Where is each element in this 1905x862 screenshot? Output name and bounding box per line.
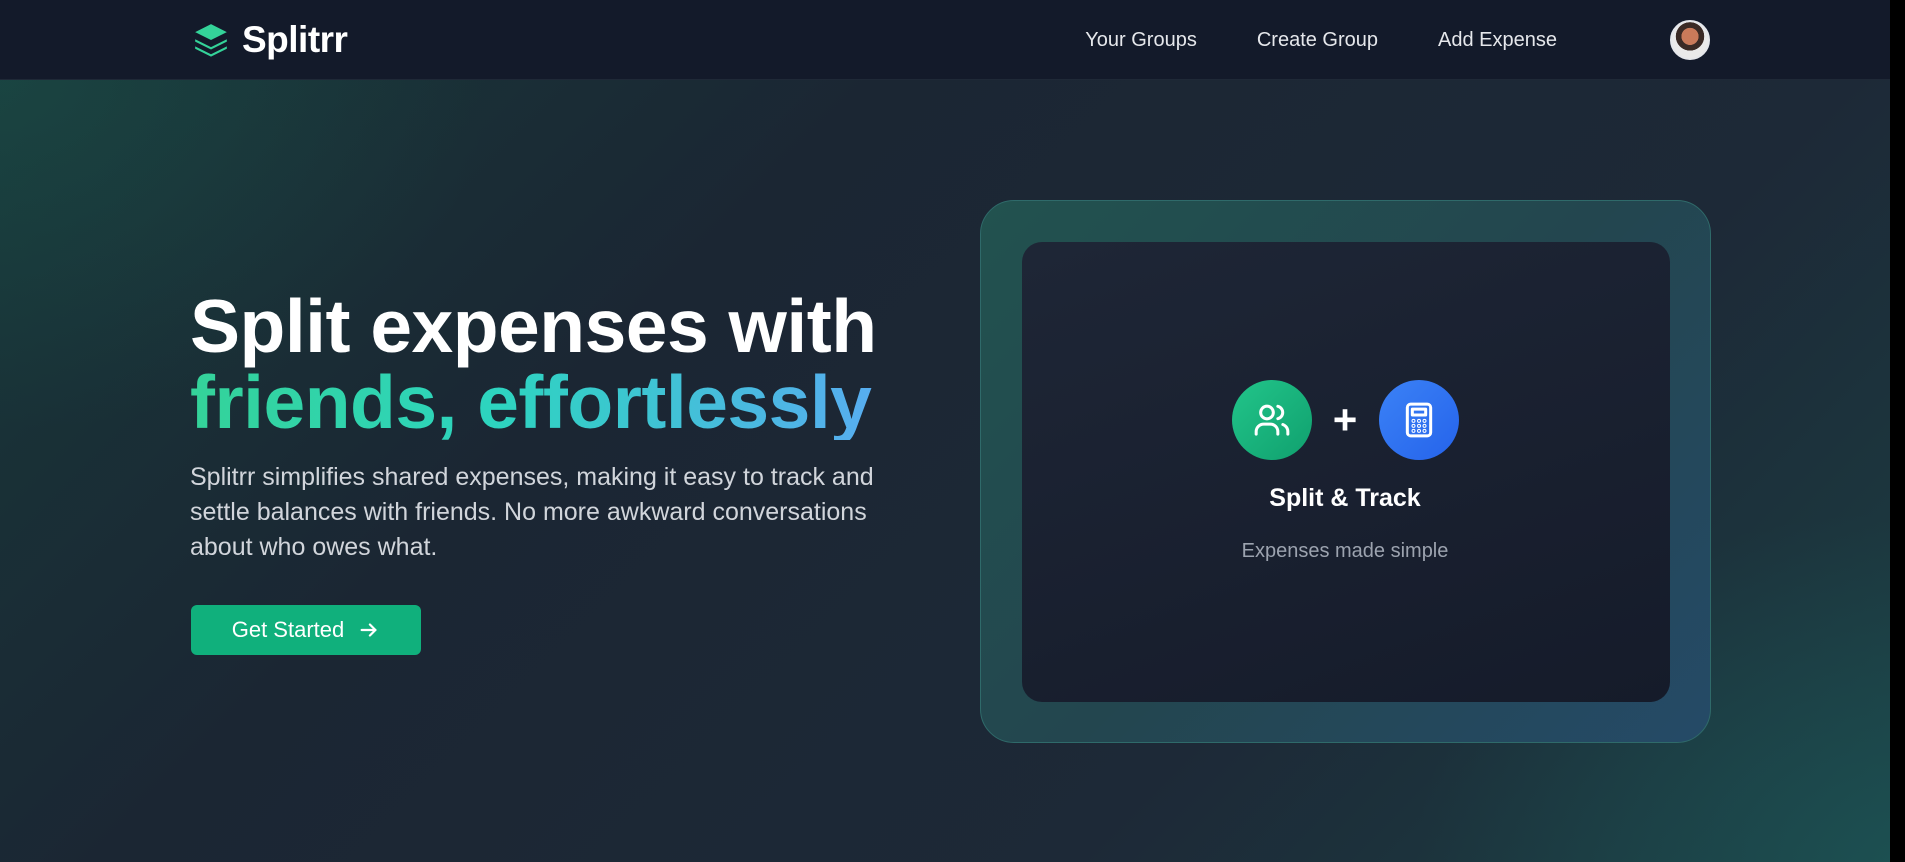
brand-name: Splitrr <box>242 19 348 60</box>
get-started-label: Get Started <box>231 617 345 642</box>
users-icon-badge <box>1232 380 1312 460</box>
nav-links: Your Groups Create Group Add Expense <box>1085 0 1557 80</box>
hero-title-line2: friends, effortlessly <box>190 364 950 440</box>
hero-title: Split expenses with friends, effortlessl… <box>190 288 950 440</box>
plus-sign: + <box>1332 396 1358 443</box>
scrollbar[interactable] <box>1890 0 1905 862</box>
hero-title-line1: Split expenses with <box>190 284 877 368</box>
layers-icon <box>195 24 227 57</box>
navbar: Splitrr Your Groups Create Group Add Exp… <box>0 0 1905 80</box>
card-subtitle: Expenses made simple <box>1241 540 1449 562</box>
card-title: Split & Track <box>1269 484 1421 512</box>
calculator-icon-badge <box>1379 380 1459 460</box>
nav-your-groups[interactable]: Your Groups <box>1085 29 1197 52</box>
nav-add-expense[interactable]: Add Expense <box>1438 29 1557 52</box>
hero-description: Splitrr simplifies shared expenses, maki… <box>190 463 874 561</box>
brand-logo[interactable]: Splitrr <box>192 19 348 60</box>
calculator-icon <box>1405 402 1433 438</box>
user-avatar[interactable] <box>1670 20 1710 60</box>
nav-create-group[interactable]: Create Group <box>1257 29 1378 52</box>
feature-card <box>1022 242 1670 702</box>
get-started-button[interactable]: Get Started <box>191 605 421 655</box>
users-icon <box>1254 404 1290 436</box>
arrow-right-icon <box>360 623 377 637</box>
